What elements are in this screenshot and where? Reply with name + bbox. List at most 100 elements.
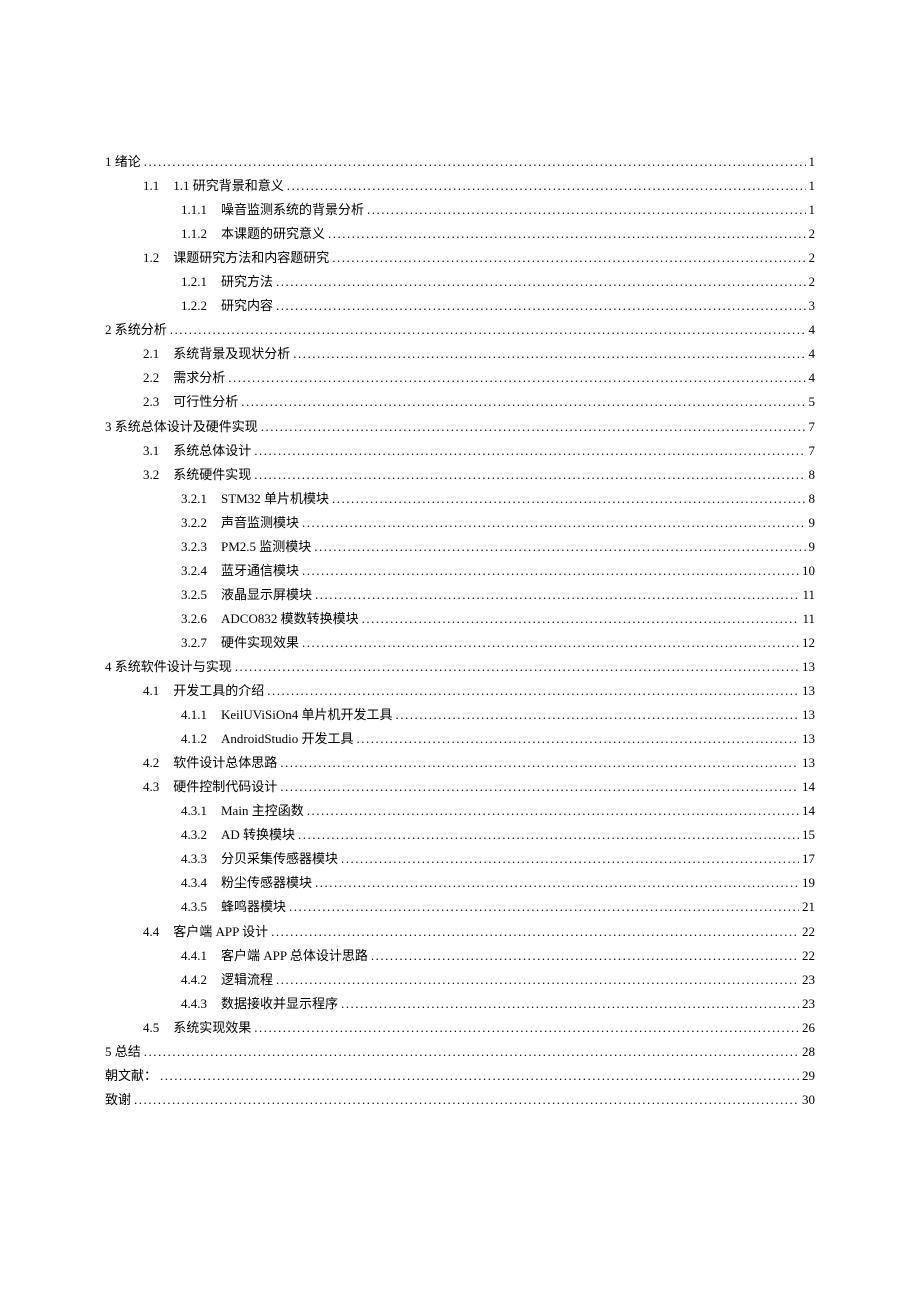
toc-entry[interactable]: 3 系统总体设计及硬件实现7 — [105, 415, 815, 439]
toc-leader-dots — [302, 559, 799, 583]
toc-entry[interactable]: 1.2.1 研究方法 2 — [105, 270, 815, 294]
toc-entry[interactable]: 1.1.1噪音监测系统的背景分析1 — [105, 198, 815, 222]
toc-entry[interactable]: 2.3可行性分析5 — [105, 390, 815, 414]
toc-entry-page: 17 — [802, 847, 815, 871]
toc-leader-dots — [367, 198, 805, 222]
toc-leader-dots — [357, 727, 799, 751]
toc-entry[interactable]: 2.2需求分析4 — [105, 366, 815, 390]
toc-entry-title: 研究方法 — [221, 270, 273, 294]
toc-entry-page: 1 — [809, 198, 816, 222]
toc-entry[interactable]: 4 系统软件设计与实现13 — [105, 655, 815, 679]
toc-leader-dots — [302, 511, 805, 535]
toc-entry-page: 11 — [802, 607, 815, 631]
toc-entry-page: 9 — [809, 511, 816, 535]
toc-entry-page: 29 — [802, 1064, 815, 1088]
toc-entry[interactable]: 4.4.3数据接收并显示程序23 — [105, 992, 815, 1016]
toc-leader-dots — [315, 871, 799, 895]
toc-entry[interactable]: 1.2课题研究方法和内容题研究2 — [105, 246, 815, 270]
toc-leader-dots — [276, 968, 799, 992]
toc-entry[interactable]: 4.1.1 KeilUViSiOn4 单片机开发工具 13 — [105, 703, 815, 727]
toc-entry-number: 4.3.1 — [181, 799, 207, 823]
toc-entry[interactable]: 4.3.4粉尘传感器模块19 — [105, 871, 815, 895]
toc-entry-title: AndroidStudio 开发工具 — [221, 727, 354, 751]
toc-entry-title: 逻辑流程 — [221, 968, 273, 992]
toc-entry[interactable]: 4.3.1Main 主控函数14 — [105, 799, 815, 823]
toc-entry-number: 3.2.4 — [181, 559, 207, 583]
toc-entry-number: 4.2 — [143, 751, 159, 775]
toc-entry[interactable]: 4.2软件设计总体思路13 — [105, 751, 815, 775]
toc-entry[interactable]: 3.2.7硬件实现效果12 — [105, 631, 815, 655]
toc-entry[interactable]: 2.1系统背景及现状分析4 — [105, 342, 815, 366]
toc-leader-dots — [341, 847, 799, 871]
toc-entry-page: 19 — [802, 871, 815, 895]
toc-entry[interactable]: 朝文献：29 — [105, 1064, 815, 1088]
toc-entry-page: 7 — [809, 415, 816, 439]
toc-entry-number: 4.1.1 — [181, 703, 207, 727]
toc-entry-title: KeilUViSiOn4 单片机开发工具 — [221, 703, 392, 727]
toc-list: 1 绪论11.11.1 研究背景和意义11.1.1噪音监测系统的背景分析11.1… — [105, 150, 815, 1112]
toc-entry[interactable]: 2 系统分析4 — [105, 318, 815, 342]
toc-entry-title: 5 总结 — [105, 1040, 141, 1064]
toc-entry-title: 液晶显示屏模块 — [221, 583, 312, 607]
toc-entry[interactable]: 1.11.1 研究背景和意义1 — [105, 174, 815, 198]
toc-entry-title: 数据接收并显示程序 — [221, 992, 338, 1016]
toc-entry-number: 4.5 — [143, 1016, 159, 1040]
toc-entry-number: 4.3.5 — [181, 895, 207, 919]
toc-entry[interactable]: 1.2.2研究内容3 — [105, 294, 815, 318]
toc-entry-page: 14 — [802, 775, 815, 799]
toc-leader-dots — [276, 270, 805, 294]
toc-entry[interactable]: 1 绪论1 — [105, 150, 815, 174]
toc-entry[interactable]: 3.1系统总体设计7 — [105, 439, 815, 463]
toc-entry-title: 噪音监测系统的背景分析 — [221, 198, 364, 222]
toc-entry[interactable]: 3.2.1STM32 单片机模块8 — [105, 487, 815, 511]
toc-entry[interactable]: 3.2.2声音监测模块9 — [105, 511, 815, 535]
toc-entry-title: 研究内容 — [221, 294, 273, 318]
toc-entry-title: 致谢 — [105, 1088, 131, 1112]
toc-entry[interactable]: 3.2.5液晶显示屏模块11 — [105, 583, 815, 607]
toc-leader-dots — [371, 944, 799, 968]
toc-entry[interactable]: 4.5系统实现效果26 — [105, 1016, 815, 1040]
toc-entry-title: 2 系统分析 — [105, 318, 167, 342]
toc-leader-dots — [228, 366, 805, 390]
toc-entry-page: 1 — [809, 150, 816, 174]
toc-entry-number: 3.2.1 — [181, 487, 207, 511]
toc-entry[interactable]: 4.1.2AndroidStudio 开发工具13 — [105, 727, 815, 751]
toc-entry[interactable]: 4.3.2AD 转换模块15 — [105, 823, 815, 847]
toc-entry[interactable]: 3.2.4蓝牙通信模块10 — [105, 559, 815, 583]
toc-entry[interactable]: 5 总结28 — [105, 1040, 815, 1064]
toc-entry-number: 3.2.3 — [181, 535, 207, 559]
toc-entry-page: 26 — [802, 1016, 815, 1040]
toc-entry-title: 硬件控制代码设计 — [173, 775, 277, 799]
toc-entry[interactable]: 4.3.3分贝采集传感器模块17 — [105, 847, 815, 871]
toc-entry-page: 8 — [809, 487, 816, 511]
toc-entry[interactable]: 4.3 硬件控制代码设计 14 — [105, 775, 815, 799]
toc-entry[interactable]: 3.2.3PM2.5 监测模块9 — [105, 535, 815, 559]
toc-entry-number: 4.3 — [143, 775, 159, 799]
toc-entry-page: 13 — [802, 703, 815, 727]
toc-entry[interactable]: 1.1.2本课题的研究意义2 — [105, 222, 815, 246]
toc-entry[interactable]: 4.3.5蜂鸣器模块21 — [105, 895, 815, 919]
toc-leader-dots — [332, 246, 805, 270]
toc-entry-number: 4.1.2 — [181, 727, 207, 751]
toc-entry-page: 3 — [809, 294, 816, 318]
toc-entry[interactable]: 4.4客户端 APP 设计22 — [105, 920, 815, 944]
toc-entry-number: 3.1 — [143, 439, 159, 463]
toc-entry-page: 4 — [809, 366, 816, 390]
toc-entry[interactable]: 4.4.1客户端 APP 总体设计思路22 — [105, 944, 815, 968]
toc-leader-dots — [261, 415, 806, 439]
toc-entry-title: 需求分析 — [173, 366, 225, 390]
toc-entry-number: 1.2.1 — [181, 270, 207, 294]
toc-entry-title: 系统硬件实现 — [173, 463, 251, 487]
toc-leader-dots — [332, 487, 806, 511]
toc-entry-page: 2 — [809, 246, 816, 270]
toc-entry[interactable]: 4.1开发工具的介绍13 — [105, 679, 815, 703]
toc-entry[interactable]: 致谢30 — [105, 1088, 815, 1112]
toc-entry-page: 2 — [809, 270, 816, 294]
toc-entry[interactable]: 4.4.2逻辑流程23 — [105, 968, 815, 992]
toc-entry[interactable]: 3.2.6ADCO832 模数转换模块11 — [105, 607, 815, 631]
toc-entry-number: 2.1 — [143, 342, 159, 366]
toc-entry-page: 22 — [802, 944, 815, 968]
toc-entry-title: 客户端 APP 总体设计思路 — [221, 944, 368, 968]
toc-leader-dots — [267, 679, 799, 703]
toc-entry[interactable]: 3.2系统硬件实现8 — [105, 463, 815, 487]
